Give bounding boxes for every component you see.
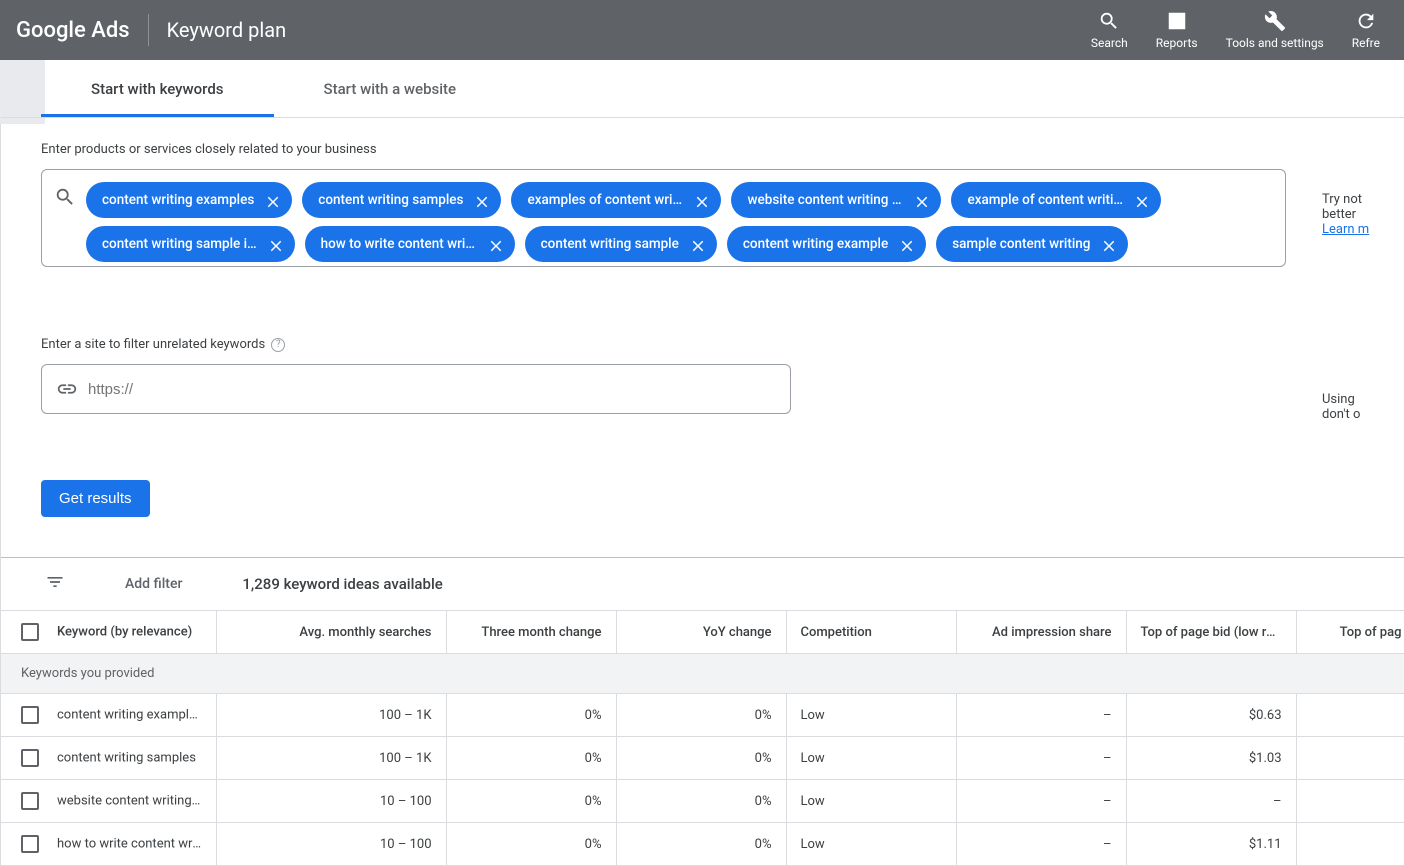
keyword-chip[interactable]: website content writing s… — [731, 182, 941, 218]
search-icon — [1098, 10, 1120, 32]
tab-website[interactable]: Start with a website — [274, 60, 507, 117]
close-icon[interactable] — [473, 193, 491, 211]
learn-more-link[interactable]: Learn m — [1322, 222, 1369, 237]
tabs: Start with keywords Start with a website — [41, 60, 1404, 117]
search-button[interactable]: Search — [1083, 6, 1136, 54]
logo: Google Ads — [16, 18, 130, 43]
table-row: how to write content writin…10 – 1000%0%… — [1, 823, 1404, 866]
site-filter-label: Enter a site to filter unrelated keyword… — [41, 337, 1286, 352]
row-checkbox[interactable] — [21, 792, 39, 810]
header-divider — [148, 14, 149, 46]
close-icon[interactable] — [264, 193, 282, 211]
close-icon[interactable] — [898, 237, 916, 255]
tools-button[interactable]: Tools and settings — [1218, 6, 1332, 54]
reports-icon — [1166, 10, 1188, 32]
keyword-chip[interactable]: content writing examples — [86, 182, 292, 218]
keyword-chip[interactable]: examples of content writ… — [511, 182, 721, 218]
row-checkbox[interactable] — [21, 706, 39, 724]
close-icon[interactable] — [267, 237, 285, 255]
keyword-chip[interactable]: content writing example — [727, 226, 926, 262]
refresh-icon — [1355, 10, 1377, 32]
keyword-input-box[interactable]: content writing examples content writing … — [41, 169, 1286, 267]
keyword-ideas-count: 1,289 keyword ideas available — [242, 575, 442, 593]
row-checkbox[interactable] — [21, 835, 39, 853]
add-filter-button[interactable]: Add filter — [125, 576, 182, 592]
keyword-chip[interactable]: content writing sample i… — [86, 226, 295, 262]
site-url-input[interactable] — [88, 381, 776, 398]
close-icon[interactable] — [1100, 237, 1118, 255]
table-row: content writing samples100 – 1K0%0%Low–$… — [1, 737, 1404, 780]
close-icon[interactable] — [693, 193, 711, 211]
tip-box-2: Using don't o — [1321, 380, 1404, 434]
page-title: Keyword plan — [167, 18, 287, 42]
table-row: website content writing sa…10 – 1000%0%L… — [1, 780, 1404, 823]
link-icon — [56, 378, 78, 400]
row-checkbox[interactable] — [21, 749, 39, 767]
table-header-row: Keyword (by relevance) Avg. monthly sear… — [1, 611, 1404, 654]
keyword-chip[interactable]: example of content writing — [951, 182, 1161, 218]
select-all-checkbox[interactable] — [21, 623, 39, 641]
filter-icon[interactable] — [45, 572, 65, 596]
close-icon[interactable] — [689, 237, 707, 255]
close-icon[interactable] — [1133, 193, 1151, 211]
site-input-box[interactable] — [41, 364, 791, 414]
refresh-button[interactable]: Refre — [1344, 6, 1388, 54]
reports-button[interactable]: Reports — [1148, 6, 1206, 54]
keyword-chip[interactable]: how to write content writ… — [305, 226, 515, 262]
get-results-button[interactable]: Get results — [41, 480, 150, 517]
table-row: content writing examples100 – 1K0%0%Low–… — [1, 694, 1404, 737]
wrench-icon — [1264, 10, 1286, 32]
keyword-table: Keyword (by relevance) Avg. monthly sear… — [1, 610, 1404, 866]
app-header: Google Ads Keyword plan Search Reports T… — [0, 0, 1404, 60]
tab-keywords[interactable]: Start with keywords — [41, 60, 274, 117]
keyword-chip[interactable]: content writing sample — [525, 226, 717, 262]
close-icon[interactable] — [913, 193, 931, 211]
search-icon — [54, 186, 76, 208]
products-label: Enter products or services closely relat… — [41, 142, 1286, 157]
keyword-chip[interactable]: sample content writing — [936, 226, 1128, 262]
keyword-chip[interactable]: content writing samples — [302, 182, 501, 218]
table-section-row: Keywords you provided — [1, 654, 1404, 694]
tip-box-1: Try not better Learn m — [1321, 180, 1404, 249]
help-icon[interactable]: ? — [271, 338, 285, 352]
close-icon[interactable] — [487, 237, 505, 255]
